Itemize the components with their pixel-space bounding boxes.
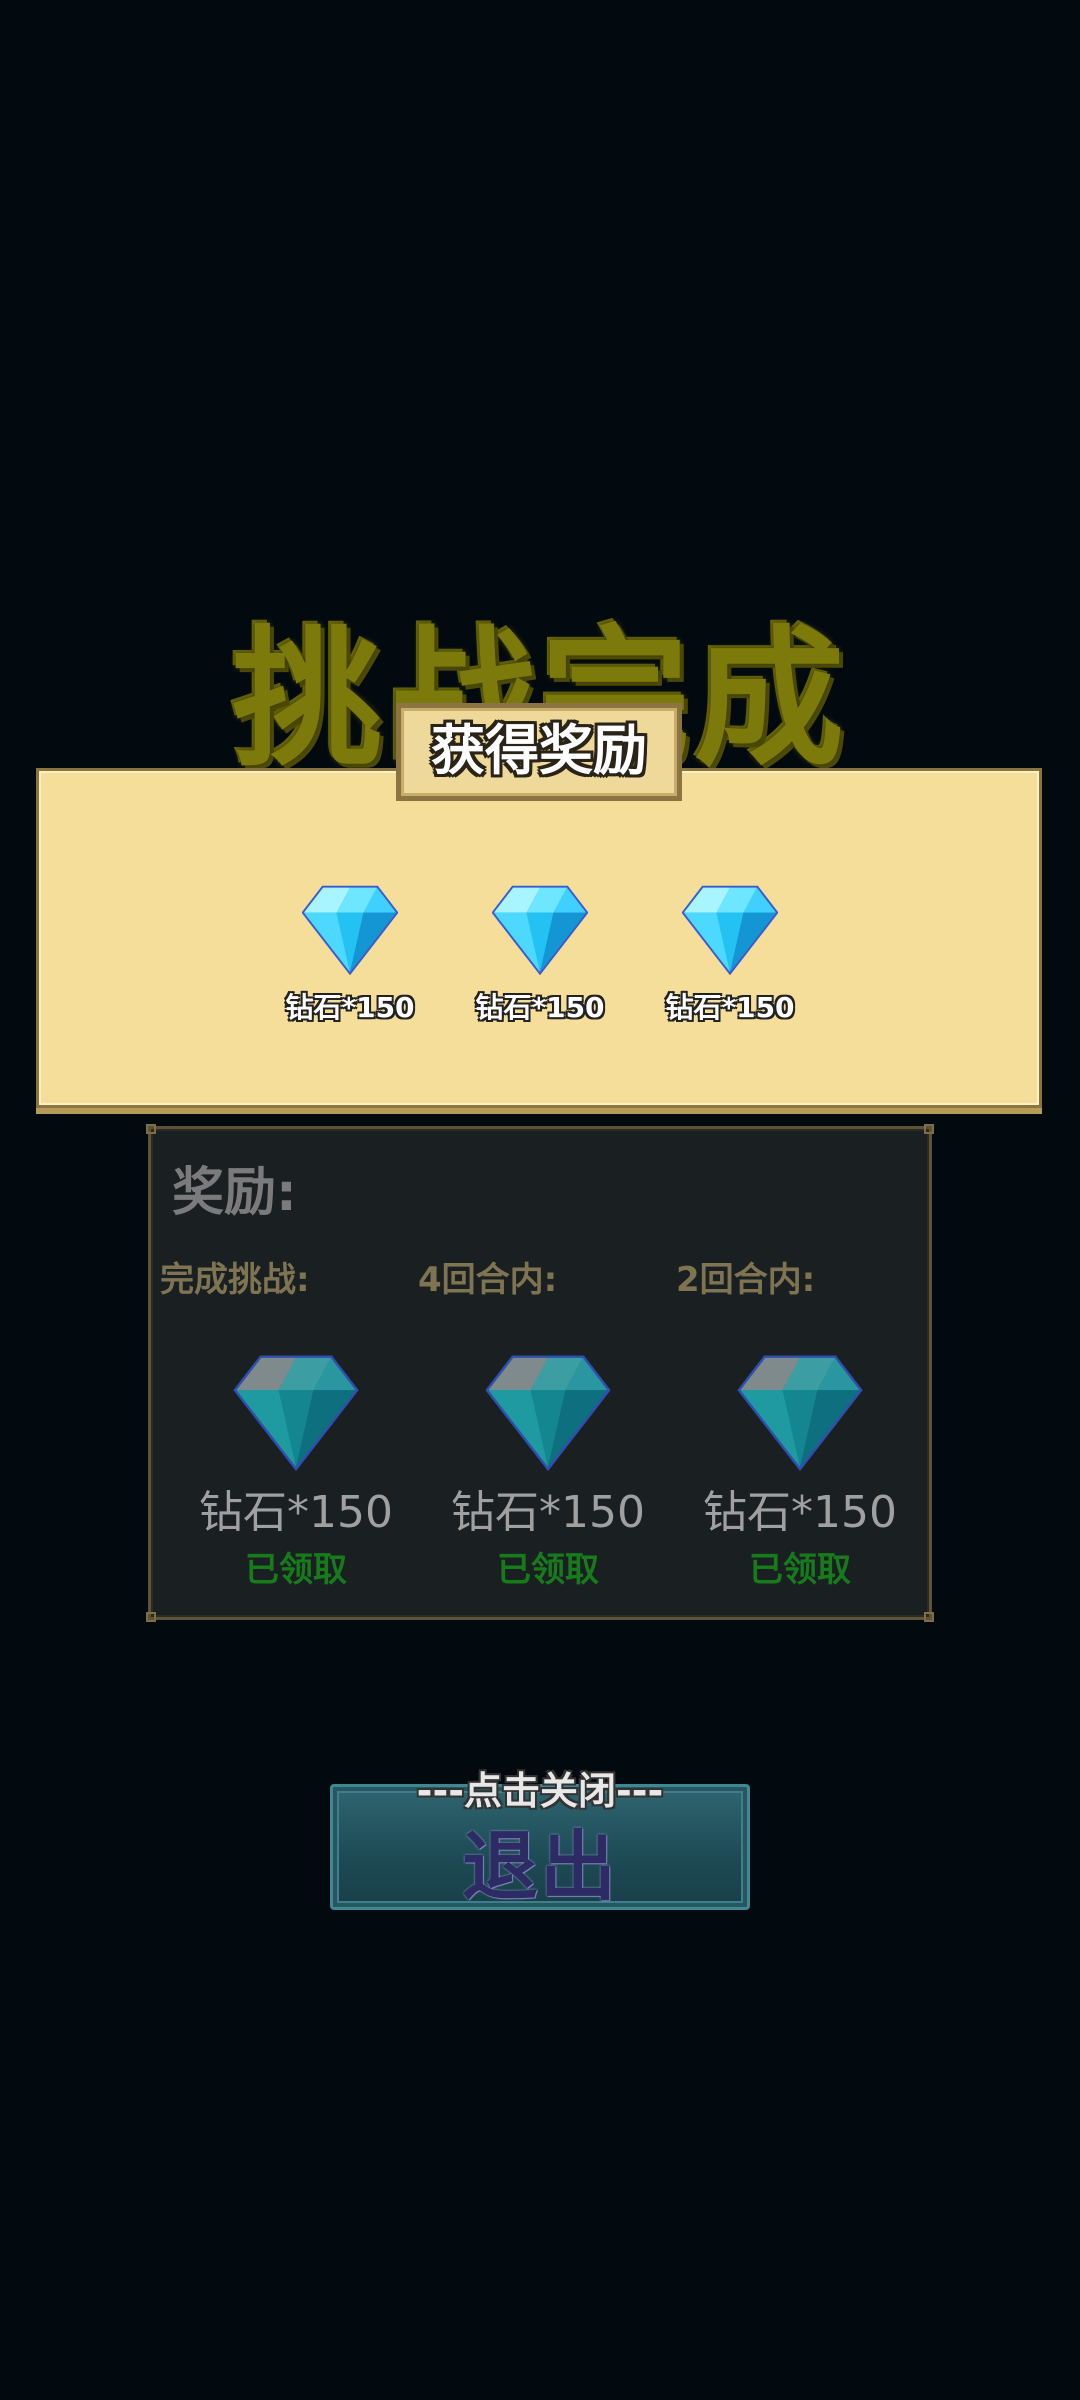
claimed-status: 已领取 — [749, 1550, 851, 1590]
reward-header: 获得奖励 — [396, 703, 682, 801]
reward-amount: 钻石*150 — [703, 1487, 897, 1538]
reward-column: 钻石*150 已领取 — [186, 1348, 406, 1591]
panel-corner — [924, 1124, 934, 1134]
panel-corner — [146, 1124, 156, 1134]
claimed-status: 已领取 — [245, 1550, 347, 1590]
diamond-icon — [260, 880, 440, 976]
reward-item: 钻石*150 — [260, 880, 440, 1040]
diamond-icon — [640, 880, 820, 976]
condition-label: 4回合内: — [418, 1260, 558, 1300]
reward-amount: 钻石*150 — [451, 1487, 645, 1538]
claimed-status: 已领取 — [497, 1550, 599, 1590]
reward-column: 钻石*150 已领取 — [438, 1348, 658, 1591]
diamond-icon — [450, 880, 630, 976]
diamond-icon — [438, 1348, 658, 1472]
diamond-icon — [690, 1348, 910, 1472]
exit-button-label: 退出 — [462, 1822, 618, 1911]
reward-item-label: 钻石*150 — [285, 991, 415, 1024]
panel-corner — [924, 1612, 934, 1622]
condition-label: 完成挑战: — [160, 1260, 310, 1300]
reward-column: 钻石*150 已领取 — [690, 1348, 910, 1591]
reward-item: 钻石*150 — [450, 880, 630, 1040]
reward-item-label: 钻石*150 — [665, 991, 795, 1024]
diamond-icon — [186, 1348, 406, 1472]
tap-to-close-hint[interactable]: ---点击关闭--- — [330, 1760, 750, 1815]
reward-amount: 钻石*150 — [199, 1487, 393, 1538]
condition-label: 2回合内: — [676, 1260, 816, 1300]
panel-corner — [146, 1612, 156, 1622]
reward-item: 钻石*150 — [640, 880, 820, 1040]
rewards-info-title: 奖励: — [172, 1163, 297, 1223]
reward-item-label: 钻石*150 — [475, 991, 605, 1024]
